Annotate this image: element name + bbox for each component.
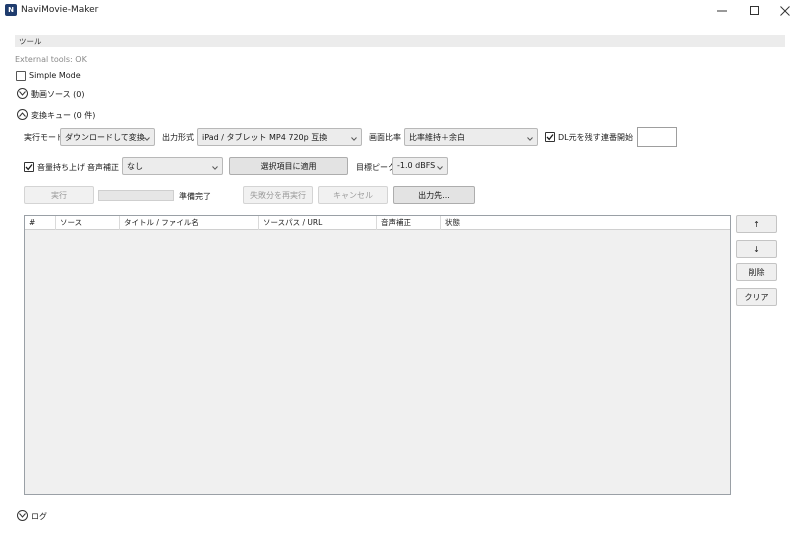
progress-bar — [98, 190, 174, 201]
chevron-down-icon — [144, 134, 150, 143]
run-button[interactable]: 実行 — [24, 186, 94, 204]
audio-correction-value: なし — [127, 162, 143, 171]
run-mode-label: 実行モード — [24, 133, 64, 142]
title-bar: N NaviMovie-Maker — [0, 0, 800, 22]
run-mode-value: ダウンロードして変換 — [65, 133, 145, 142]
clear-button[interactable]: クリア — [736, 288, 777, 306]
table-header: # ソース タイトル / ファイル名 ソースパス / URL 音声補正 状態 — [25, 216, 730, 230]
external-tools-status: External tools: OK — [15, 55, 87, 64]
maximize-icon — [750, 6, 759, 15]
audio-correction-select[interactable]: なし — [122, 157, 223, 175]
cancel-button[interactable]: キャンセル — [318, 186, 388, 204]
queue-section-label: 変換キュー (0 件) — [31, 111, 96, 120]
apply-selected-button[interactable]: 選択項目に適用 — [229, 157, 348, 175]
close-icon — [780, 6, 790, 16]
chevron-down-icon — [19, 513, 26, 518]
output-format-select[interactable]: iPad / タブレット MP4 720p 互換 — [197, 128, 362, 146]
keep-dl-checkbox[interactable] — [545, 132, 555, 142]
keep-dl-label: DL元を残す — [558, 133, 601, 142]
chevron-down-icon — [437, 163, 443, 172]
target-peak-value: -1.0 dBFS — [397, 161, 436, 170]
column-header-status[interactable]: 状態 — [440, 216, 730, 230]
chevron-down-icon — [212, 163, 218, 172]
chevron-down-icon — [351, 134, 357, 143]
serial-start-label: 連番開始 — [601, 133, 633, 142]
column-header-audio-correction[interactable]: 音声補正 — [376, 216, 440, 230]
log-expander-button[interactable] — [17, 510, 28, 521]
queue-table[interactable]: # ソース タイトル / ファイル名 ソースパス / URL 音声補正 状態 — [24, 215, 731, 495]
log-section-label: ログ — [31, 512, 47, 521]
app-logo-icon: N — [5, 4, 17, 16]
minimize-icon — [717, 10, 727, 12]
queue-expander-button[interactable] — [17, 109, 28, 120]
tools-label: ツール — [19, 37, 42, 46]
column-header-source[interactable]: ソース — [55, 216, 119, 230]
serial-start-input[interactable] — [637, 127, 677, 147]
aspect-select[interactable]: 比率維持＋余白 — [404, 128, 538, 146]
delete-button[interactable]: 削除 — [736, 263, 777, 281]
volume-boost-checkbox[interactable] — [24, 162, 34, 172]
column-header-index[interactable]: # — [25, 216, 55, 230]
output-format-value: iPad / タブレット MP4 720p 互換 — [202, 133, 328, 142]
status-text: 準備完了 — [179, 192, 211, 201]
target-peak-label: 目標ピーク — [356, 163, 396, 172]
tools-bar: ツール — [15, 35, 785, 47]
checkmark-icon — [546, 134, 554, 141]
maximize-button[interactable] — [740, 0, 770, 22]
simple-mode-checkbox[interactable] — [16, 71, 26, 81]
aspect-value: 比率維持＋余白 — [409, 133, 465, 142]
column-header-title[interactable]: タイトル / ファイル名 — [119, 216, 258, 230]
checkmark-icon — [25, 164, 33, 171]
audio-correction-label: 音声補正 — [87, 163, 119, 172]
sources-expander-button[interactable] — [17, 88, 28, 99]
move-down-button[interactable]: ↓ — [736, 240, 777, 258]
chevron-up-icon — [19, 112, 26, 117]
aspect-label: 画面比率 — [369, 133, 401, 142]
chevron-down-icon — [19, 91, 26, 96]
output-destination-button[interactable]: 出力先... — [393, 186, 475, 204]
window-title: NaviMovie-Maker — [21, 5, 99, 15]
move-up-button[interactable]: ↑ — [736, 215, 777, 233]
column-header-path[interactable]: ソースパス / URL — [258, 216, 376, 230]
target-peak-select[interactable]: -1.0 dBFS — [392, 157, 448, 175]
simple-mode-label: Simple Mode — [29, 71, 81, 80]
retry-failed-button[interactable]: 失敗分を再実行 — [243, 186, 313, 204]
output-format-label: 出力形式 — [162, 133, 194, 142]
volume-boost-label: 音量持ち上げ — [37, 163, 85, 172]
chevron-down-icon — [527, 134, 533, 143]
run-mode-select[interactable]: ダウンロードして変換 — [60, 128, 155, 146]
minimize-button[interactable] — [707, 0, 737, 22]
sources-section-label: 動画ソース (0) — [31, 90, 85, 99]
close-button[interactable] — [770, 0, 800, 22]
